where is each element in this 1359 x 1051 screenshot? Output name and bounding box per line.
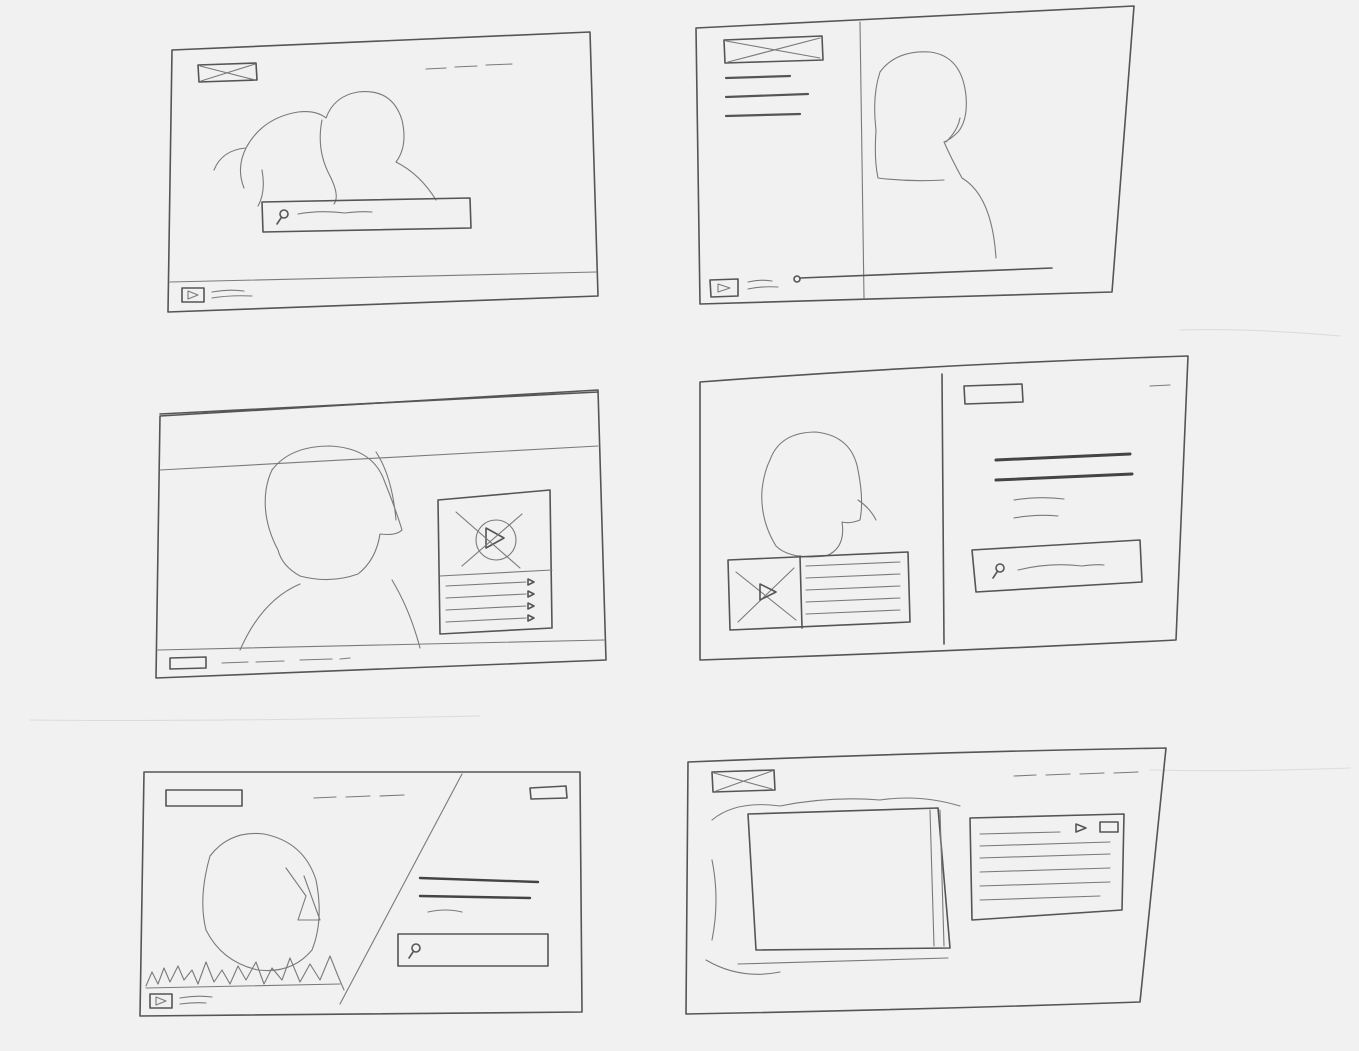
storyboard-sheet <box>0 0 1359 1051</box>
storyboard-sketch <box>0 0 1359 1051</box>
paper <box>0 0 1359 1051</box>
